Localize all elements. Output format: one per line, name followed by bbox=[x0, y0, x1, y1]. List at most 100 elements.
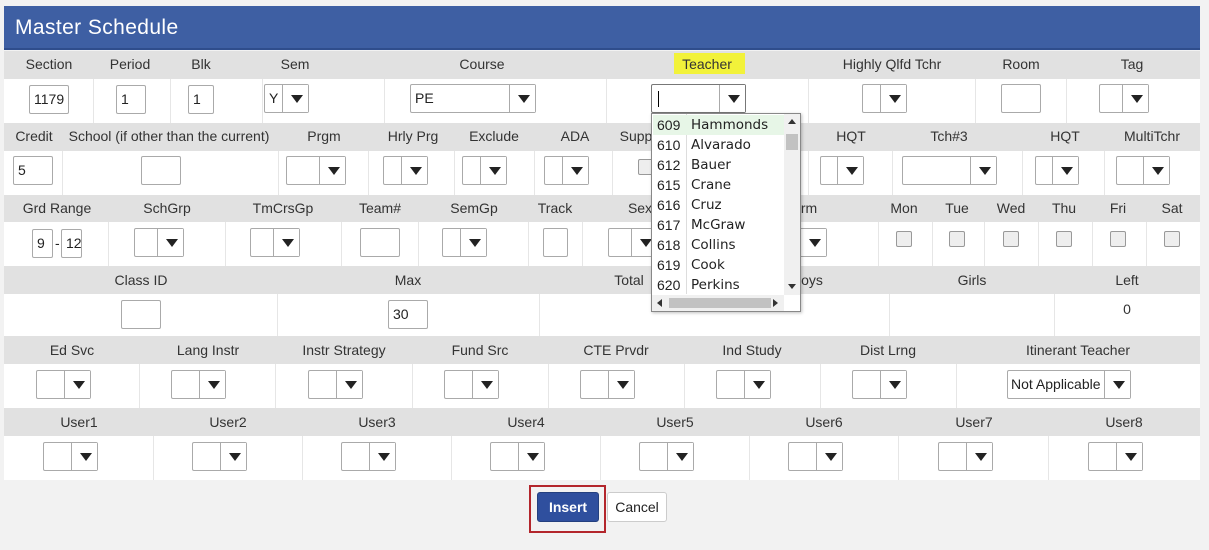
teacher-option[interactable]: 612 Bauer bbox=[653, 155, 785, 175]
label-track: Track bbox=[537, 200, 573, 216]
ada-select[interactable] bbox=[544, 156, 589, 185]
user7-select[interactable] bbox=[938, 442, 993, 471]
course-select[interactable]: PE bbox=[410, 84, 536, 113]
fri-checkbox[interactable] bbox=[1110, 231, 1126, 247]
teacher-option[interactable]: 609 Hammonds bbox=[653, 115, 785, 135]
track-input[interactable] bbox=[543, 228, 568, 257]
lang-instr-select[interactable] bbox=[171, 370, 226, 399]
section-input[interactable]: 1179 bbox=[29, 85, 69, 114]
chevron-down-icon bbox=[319, 157, 345, 184]
label-itinerant-teacher: Itinerant Teacher bbox=[1025, 342, 1131, 358]
label-fund-src: Fund Src bbox=[451, 342, 509, 358]
hqt-2-select[interactable] bbox=[1035, 156, 1079, 185]
itinerant-teacher-select[interactable]: Not Applicable bbox=[1007, 370, 1131, 399]
period-input[interactable]: 1 bbox=[116, 85, 146, 114]
mon-checkbox[interactable] bbox=[896, 231, 912, 247]
chevron-down-icon bbox=[837, 157, 863, 184]
chevron-down-icon bbox=[336, 371, 362, 398]
grd-range-from-input[interactable]: 9 bbox=[32, 229, 53, 258]
dropdown-vertical-scrollbar[interactable] bbox=[784, 114, 800, 295]
teacher-dropdown-list[interactable]: 609 Hammonds 610 Alvarado 612 Bauer 615 Crane 61… bbox=[651, 113, 801, 312]
tch3-select[interactable] bbox=[902, 156, 997, 185]
label-ada: ADA bbox=[560, 128, 590, 144]
scroll-right-icon[interactable] bbox=[773, 299, 778, 307]
max-input[interactable]: 30 bbox=[388, 300, 428, 329]
label-mon: Mon bbox=[890, 200, 918, 216]
multitchr-select[interactable] bbox=[1116, 156, 1170, 185]
highly-qlfd-tchr-select[interactable] bbox=[862, 84, 907, 113]
tue-checkbox[interactable] bbox=[949, 231, 965, 247]
label-user1: User1 bbox=[60, 414, 98, 430]
instr-strategy-select[interactable] bbox=[308, 370, 363, 399]
ind-study-select[interactable] bbox=[716, 370, 771, 399]
teacher-option[interactable]: 619 Cook bbox=[653, 255, 785, 275]
school-input[interactable] bbox=[141, 156, 181, 185]
label-sex: Sex bbox=[627, 200, 653, 216]
user3-select[interactable] bbox=[341, 442, 396, 471]
label-tag: Tag bbox=[1120, 56, 1144, 72]
cancel-button[interactable]: Cancel bbox=[607, 492, 667, 522]
teacher-option-name: Bauer bbox=[691, 157, 731, 173]
label-ed-svc: Ed Svc bbox=[49, 342, 95, 358]
user5-select[interactable] bbox=[639, 442, 694, 471]
cte-prvdr-select[interactable] bbox=[580, 370, 635, 399]
row4-header bbox=[4, 266, 1200, 294]
class-id-input[interactable] bbox=[121, 300, 161, 329]
insert-button[interactable]: Insert bbox=[537, 492, 599, 522]
teacher-option[interactable]: 610 Alvarado bbox=[653, 135, 785, 155]
label-lang-instr: Lang Instr bbox=[176, 342, 240, 358]
chevron-down-icon bbox=[1052, 157, 1078, 184]
scroll-up-icon[interactable] bbox=[788, 119, 796, 124]
thu-checkbox[interactable] bbox=[1056, 231, 1072, 247]
dropdown-horizontal-scrollbar[interactable] bbox=[652, 295, 784, 311]
user6-select[interactable] bbox=[788, 442, 843, 471]
user2-select[interactable] bbox=[192, 442, 247, 471]
room-input[interactable] bbox=[1001, 84, 1041, 113]
label-prgm: Prgm bbox=[307, 128, 341, 144]
user1-select[interactable] bbox=[43, 442, 98, 471]
teacher-select[interactable] bbox=[651, 84, 746, 113]
chevron-down-icon bbox=[220, 443, 246, 470]
schgrp-select[interactable] bbox=[134, 228, 184, 257]
dialog-title: Master Schedule bbox=[4, 6, 1200, 50]
user4-select[interactable] bbox=[490, 442, 545, 471]
label-hqt-2: HQT bbox=[1050, 128, 1080, 144]
grd-range-to-input[interactable]: 12 bbox=[61, 229, 82, 258]
wed-checkbox[interactable] bbox=[1003, 231, 1019, 247]
dist-lrng-select[interactable] bbox=[852, 370, 907, 399]
hqt-select[interactable] bbox=[820, 156, 864, 185]
sat-checkbox[interactable] bbox=[1164, 231, 1180, 247]
chevron-down-icon bbox=[401, 157, 427, 184]
ed-svc-select[interactable] bbox=[36, 370, 91, 399]
teacher-option[interactable]: 617 McGraw bbox=[653, 215, 785, 235]
teacher-option[interactable]: 616 Cruz bbox=[653, 195, 785, 215]
blk-input[interactable]: 1 bbox=[188, 85, 214, 114]
teacher-option[interactable]: 620 Perkins bbox=[653, 275, 785, 295]
scroll-left-icon[interactable] bbox=[657, 299, 662, 307]
chevron-down-icon bbox=[518, 443, 544, 470]
teacher-option-number: 618 bbox=[657, 237, 681, 253]
user8-select[interactable] bbox=[1088, 442, 1143, 471]
teacher-option[interactable]: 618 Collins bbox=[653, 235, 785, 255]
label-max: Max bbox=[394, 272, 422, 288]
teacher-option-name: Cook bbox=[691, 257, 725, 273]
label-section: Section bbox=[25, 56, 73, 72]
hscroll-thumb[interactable] bbox=[669, 298, 771, 308]
label-school: School (if other than the current) bbox=[68, 128, 270, 144]
prgm-select[interactable] bbox=[286, 156, 346, 185]
scroll-thumb[interactable] bbox=[786, 134, 798, 150]
chevron-down-icon bbox=[64, 371, 90, 398]
exclude-select[interactable] bbox=[462, 156, 507, 185]
scroll-down-icon[interactable] bbox=[788, 284, 796, 289]
fund-src-select[interactable] bbox=[444, 370, 499, 399]
tmcrsgp-select[interactable] bbox=[250, 228, 300, 257]
chevron-down-icon bbox=[719, 85, 745, 112]
team-num-input[interactable] bbox=[360, 228, 400, 257]
credit-input[interactable]: 5 bbox=[13, 156, 53, 185]
tag-select[interactable] bbox=[1099, 84, 1149, 113]
semgp-select[interactable] bbox=[442, 228, 487, 257]
hrly-prg-select[interactable] bbox=[383, 156, 428, 185]
teacher-option[interactable]: 615 Crane bbox=[653, 175, 785, 195]
sem-select[interactable]: Y bbox=[264, 84, 309, 113]
teacher-option-number: 617 bbox=[657, 217, 681, 233]
